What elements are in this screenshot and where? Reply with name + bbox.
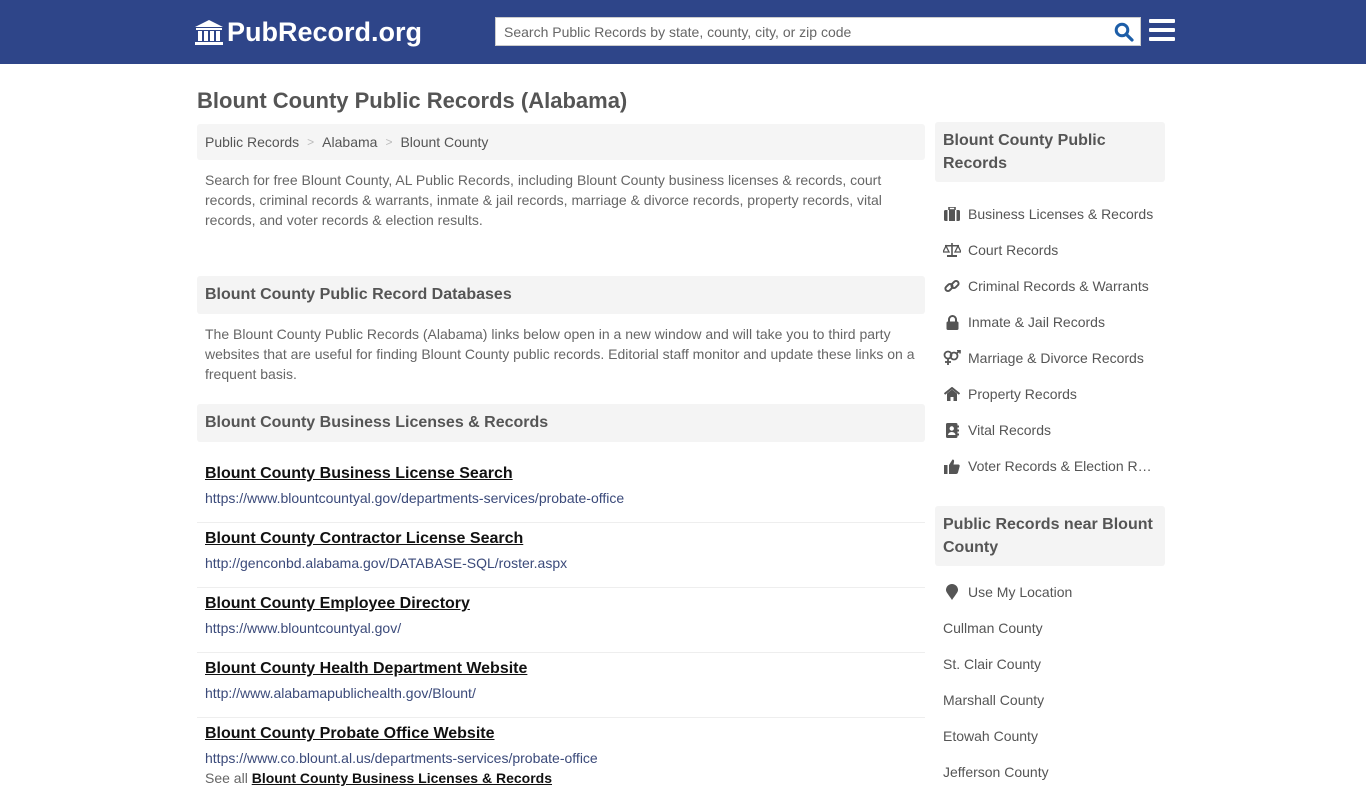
- nearby-county-link[interactable]: St. Clair County: [935, 646, 1165, 682]
- use-my-location-label: Use My Location: [968, 584, 1073, 600]
- courthouse-icon: [195, 19, 223, 45]
- sidebar-item-label: Court Records: [968, 242, 1059, 258]
- list-item: Blount County Employee Directory https:/…: [197, 588, 925, 653]
- business-section-heading: Blount County Business Licenses & Record…: [197, 404, 925, 442]
- main-content: Blount County Public Records (Alabama) P…: [197, 80, 925, 786]
- thumbs-up-icon: [943, 458, 961, 474]
- record-link-title[interactable]: Blount County Probate Office Website: [205, 723, 917, 745]
- list-item: Blount County Business License Search ht…: [197, 458, 925, 523]
- list-item: Blount County Probate Office Website htt…: [197, 718, 925, 770]
- sidebar-item-property[interactable]: Property Records: [935, 376, 1165, 412]
- logo-text: PubRecord.org: [227, 17, 423, 47]
- sidebar-records-heading: Blount County Public Records: [935, 122, 1165, 182]
- use-my-location-button[interactable]: Use My Location: [935, 574, 1165, 610]
- sidebar-item-court[interactable]: Court Records: [935, 232, 1165, 268]
- breadcrumb: Public Records > Alabama > Blount County: [197, 124, 925, 160]
- nearby-county-link[interactable]: Cullman County: [935, 610, 1165, 646]
- hamburger-menu-button[interactable]: [1149, 19, 1175, 43]
- sidebar-item-label: Voter Records & Election Results: [968, 458, 1153, 474]
- intro-text: Search for free Blount County, AL Public…: [205, 172, 882, 228]
- nearby-county-link[interactable]: Etowah County: [935, 718, 1165, 754]
- breadcrumb-blount-county[interactable]: Blount County: [400, 134, 488, 150]
- sidebar-item-voter[interactable]: Voter Records & Election Results: [935, 448, 1165, 484]
- page-title: Blount County Public Records (Alabama): [197, 88, 628, 113]
- record-link-title[interactable]: Blount County Contractor License Search: [205, 528, 917, 550]
- breadcrumb-separator: >: [385, 135, 393, 149]
- record-link-url: https://www.blountcountyal.gov/: [205, 620, 402, 636]
- map-marker-icon: [943, 584, 961, 600]
- briefcase-icon: [943, 206, 961, 222]
- breadcrumb-alabama[interactable]: Alabama: [322, 134, 377, 150]
- search-input[interactable]: [496, 18, 1108, 45]
- sidebar-item-inmate[interactable]: Inmate & Jail Records: [935, 304, 1165, 340]
- sidebar-item-label: Property Records: [968, 386, 1077, 402]
- databases-heading: Blount County Public Record Databases: [197, 276, 925, 314]
- contact-book-icon: [943, 422, 961, 438]
- breadcrumb-separator: >: [307, 135, 315, 149]
- nearby-counties-list: Use My Location Cullman County St. Clair…: [935, 566, 1165, 790]
- search-icon: [1114, 22, 1134, 42]
- record-link-title[interactable]: Blount County Employee Directory: [205, 593, 917, 615]
- search-bar: [495, 17, 1141, 46]
- sidebar-item-marriage[interactable]: Marriage & Divorce Records: [935, 340, 1165, 376]
- menu-bar: [1149, 28, 1175, 32]
- record-link-url: https://www.blountcountyal.gov/departmen…: [205, 490, 625, 506]
- menu-bar: [1149, 19, 1175, 23]
- nearby-county-link[interactable]: Marshall County: [935, 682, 1165, 718]
- record-link-title[interactable]: Blount County Business License Search: [205, 463, 917, 485]
- record-link-url: http://www.alabamapublichealth.gov/Bloun…: [205, 685, 476, 701]
- sidebar-records-list: Business Licenses & Records Court Record…: [935, 182, 1165, 484]
- sidebar-item-label: Marriage & Divorce Records: [968, 350, 1144, 366]
- home-icon: [943, 386, 961, 402]
- sidebar-item-vital[interactable]: Vital Records: [935, 412, 1165, 448]
- record-link-title[interactable]: Blount County Health Department Website: [205, 658, 917, 680]
- list-item: Blount County Health Department Website …: [197, 653, 925, 718]
- record-link-url: https://www.co.blount.al.us/departments-…: [205, 750, 598, 766]
- see-all-row: See all Blount County Business Licenses …: [197, 770, 925, 786]
- sidebar: Blount County Public Records Business Li…: [935, 122, 1165, 790]
- business-links-list: Blount County Business License Search ht…: [197, 458, 925, 770]
- sidebar-item-label: Vital Records: [968, 422, 1052, 438]
- site-logo[interactable]: PubRecord.org: [195, 17, 422, 48]
- databases-description: The Blount County Public Records (Alabam…: [205, 326, 915, 382]
- sidebar-item-label: Inmate & Jail Records: [968, 314, 1105, 330]
- see-all-link[interactable]: Blount County Business Licenses & Record…: [252, 770, 552, 786]
- scale-icon: [943, 242, 961, 258]
- list-item: Blount County Contractor License Search …: [197, 523, 925, 588]
- lock-icon: [943, 314, 961, 330]
- nearby-county-link[interactable]: Jefferson County: [935, 754, 1165, 790]
- search-button[interactable]: [1108, 18, 1140, 45]
- link-icon: [943, 278, 961, 294]
- breadcrumb-public-records[interactable]: Public Records: [205, 134, 299, 150]
- gender-icon: [943, 350, 961, 366]
- record-link-url: http://genconbd.alabama.gov/DATABASE-SQL…: [205, 555, 568, 571]
- see-all-prefix: See all: [205, 770, 248, 786]
- sidebar-item-criminal[interactable]: Criminal Records & Warrants: [935, 268, 1165, 304]
- sidebar-item-label: Criminal Records & Warrants: [968, 278, 1149, 294]
- sidebar-near-heading: Public Records near Blount County: [935, 506, 1165, 566]
- menu-bar: [1149, 37, 1175, 41]
- sidebar-item-label: Business Licenses & Records: [968, 206, 1154, 222]
- top-navbar: PubRecord.org: [0, 0, 1366, 64]
- sidebar-item-business[interactable]: Business Licenses & Records: [935, 196, 1165, 232]
